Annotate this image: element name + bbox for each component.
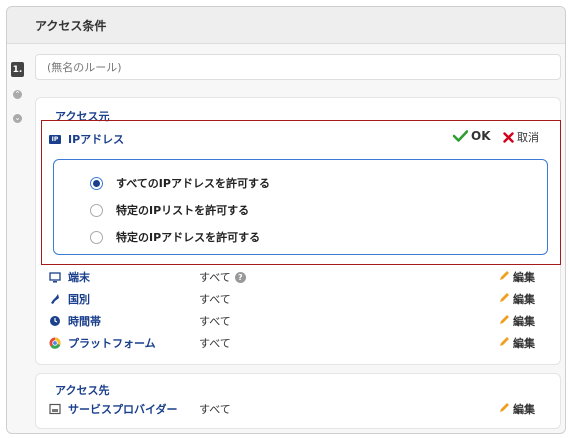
ip-address-label: IP IPアドレス	[49, 131, 124, 147]
rule-name-input[interactable]: (無名のルール)	[35, 54, 561, 80]
platform-label: プラットフォーム	[49, 335, 156, 351]
pencil-icon	[499, 314, 510, 328]
option-ip-list-label: 特定のIPリストを許可する	[116, 204, 250, 217]
option-ip-list[interactable]: 特定のIPリストを許可する	[90, 202, 249, 218]
pencil-icon	[499, 270, 510, 284]
platform-value: すべて	[199, 337, 231, 350]
service-provider-value: すべて	[199, 403, 231, 416]
device-edit-label: 編集	[513, 271, 535, 284]
service-provider-label-text: サービスプロバイダー	[68, 403, 178, 416]
row-country: 国別 すべて 編集	[49, 291, 549, 307]
device-label-text: 端末	[68, 271, 90, 284]
country-value: すべて	[199, 293, 231, 306]
browser-icon	[49, 337, 61, 349]
row-service-provider: サービスプロバイダー すべて 編集	[49, 401, 549, 417]
server-icon	[49, 403, 61, 415]
access-destination-title: アクセス先	[55, 384, 110, 397]
ip-address-text: IPアドレス	[68, 133, 125, 146]
ip-options-box: すべてのIPアドレスを許可する 特定のIPリストを許可する 特定のIPアドレスを…	[53, 159, 548, 255]
pencil-icon	[499, 336, 510, 350]
clock-icon	[49, 315, 61, 327]
pencil-icon	[499, 292, 510, 306]
device-edit-button[interactable]: 編集	[499, 269, 535, 285]
option-all-ip-label: すべてのIPアドレスを許可する	[116, 177, 270, 190]
platform-label-text: プラットフォーム	[68, 337, 156, 350]
move-down-icon[interactable]: ⌄	[13, 114, 22, 123]
radio-ip-list[interactable]	[90, 203, 103, 217]
ip-icon: IP	[49, 134, 61, 144]
platform-edit-label: 編集	[513, 337, 535, 350]
row-device: 端末 すべて ? 編集	[49, 269, 549, 285]
rule-name-placeholder: (無名のルール)	[47, 61, 122, 74]
ok-label: OK	[471, 129, 491, 143]
cancel-label: 取消	[517, 131, 539, 144]
monitor-icon	[49, 271, 61, 283]
platform-edit-button[interactable]: 編集	[499, 335, 535, 351]
country-edit-label: 編集	[513, 293, 535, 306]
time-edit-label: 編集	[513, 315, 535, 328]
pencil-icon	[499, 402, 510, 416]
option-specific-ip[interactable]: 特定のIPアドレスを許可する	[90, 229, 260, 245]
country-label: 国別	[49, 291, 90, 307]
device-value: すべて ?	[199, 269, 246, 285]
rule-number-badge: 1.	[11, 62, 24, 77]
location-icon	[49, 293, 61, 305]
time-label: 時間帯	[49, 313, 101, 329]
country-edit-button[interactable]: 編集	[499, 291, 535, 307]
help-icon[interactable]: ?	[234, 271, 246, 283]
device-label: 端末	[49, 269, 90, 285]
option-all-ip[interactable]: すべてのIPアドレスを許可する	[90, 175, 270, 191]
country-label-text: 国別	[68, 293, 90, 306]
time-value: すべて	[199, 315, 231, 328]
row-platform: プラットフォーム すべて 編集	[49, 335, 549, 351]
check-icon	[453, 130, 468, 142]
device-value-text: すべて	[199, 271, 231, 284]
close-icon	[503, 131, 514, 143]
option-specific-ip-label: 特定のIPアドレスを許可する	[116, 231, 261, 244]
service-provider-edit-label: 編集	[513, 403, 535, 416]
radio-specific-ip[interactable]	[90, 230, 103, 244]
service-provider-edit-button[interactable]: 編集	[499, 401, 535, 417]
cancel-button[interactable]: 取消	[503, 129, 539, 145]
row-time: 時間帯 すべて 編集	[49, 313, 549, 329]
panel-title: アクセス条件	[35, 18, 107, 33]
access-conditions-panel: アクセス条件 1. ⌃ ⌄ (無名のルール) アクセス元 IP IPアドレス O…	[6, 6, 566, 434]
panel-header: アクセス条件	[7, 7, 565, 44]
ok-button[interactable]: OK	[453, 129, 491, 143]
move-up-icon[interactable]: ⌃	[13, 90, 22, 99]
radio-all-ip[interactable]	[90, 176, 103, 190]
time-label-text: 時間帯	[68, 315, 101, 328]
time-edit-button[interactable]: 編集	[499, 313, 535, 329]
service-provider-label: サービスプロバイダー	[49, 401, 178, 417]
